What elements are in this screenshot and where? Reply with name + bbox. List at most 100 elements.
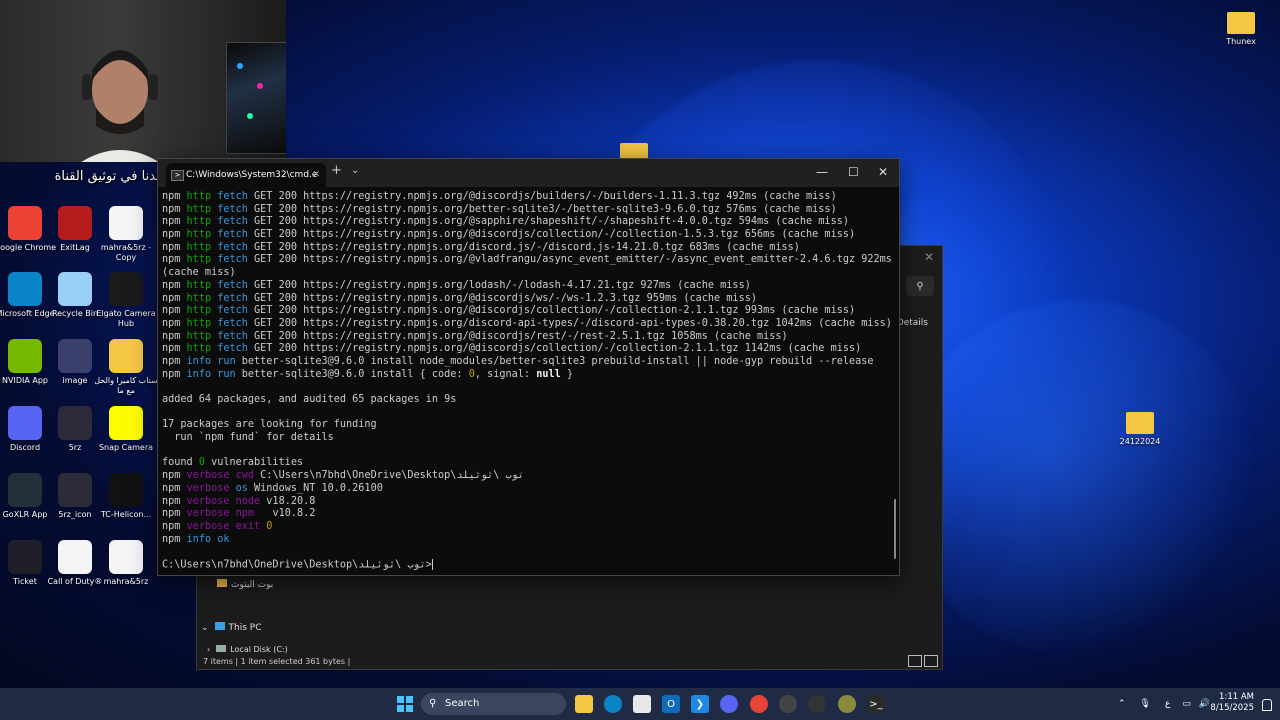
terminal-line: added 64 packages, and audited 65 packag… bbox=[162, 394, 891, 407]
recycle-bin-icon bbox=[58, 272, 92, 306]
desktop-icon-thunex[interactable]: Thunex bbox=[1209, 8, 1273, 47]
file-explorer-icon[interactable] bbox=[575, 695, 593, 713]
close-button[interactable]: ✕ bbox=[878, 165, 888, 179]
maximize-button[interactable]: ☐ bbox=[848, 165, 859, 179]
chrome-icon[interactable] bbox=[750, 695, 768, 713]
snap-camera-icon[interactable] bbox=[838, 695, 856, 713]
terminal-text: fetch bbox=[217, 191, 255, 202]
terminal-output[interactable]: npm http fetch GET 200 https://registry.… bbox=[162, 191, 892, 572]
discord-icon[interactable] bbox=[720, 695, 738, 713]
store-icon[interactable] bbox=[633, 695, 651, 713]
terminal-text: better-sqlite3@9.6.0 install node_module… bbox=[241, 355, 874, 367]
goxlr-icon bbox=[8, 473, 42, 507]
terminal-text: exit bbox=[235, 520, 267, 532]
terminal-text: fetch bbox=[217, 216, 255, 228]
desktop-icon[interactable]: Snap Camera bbox=[94, 406, 158, 453]
terminal-text: fetch bbox=[217, 343, 255, 355]
volume-icon[interactable]: 🔊 bbox=[1199, 699, 1210, 709]
clock-date: 8/15/2025 bbox=[1210, 703, 1254, 713]
tree-item-this-pc[interactable]: ⌄ This PC bbox=[201, 622, 321, 633]
desktop-icon[interactable]: mahra&5rz bbox=[94, 540, 158, 587]
tree-item-label: This PC bbox=[228, 623, 262, 633]
tc-helicon-icon bbox=[109, 473, 143, 507]
terminal-text: http bbox=[186, 292, 218, 304]
language-indicator[interactable]: ع bbox=[1165, 699, 1170, 709]
outlook-icon[interactable]: O bbox=[662, 695, 680, 713]
terminal-text: GET 200 https://registry.npmjs.org/@disc… bbox=[254, 343, 862, 355]
terminal-text: info bbox=[186, 355, 218, 367]
edge-icon bbox=[8, 272, 42, 306]
new-tab-button[interactable]: + bbox=[331, 163, 342, 178]
terminal-text: GET 200 https://registry.npmjs.org/@sapp… bbox=[254, 216, 849, 228]
camera-hub-icon[interactable] bbox=[808, 695, 826, 713]
close-icon[interactable]: ✕ bbox=[312, 163, 320, 187]
terminal-line: npm http fetch GET 200 https://registry.… bbox=[162, 343, 891, 356]
tiles-view-button[interactable] bbox=[924, 655, 938, 667]
desktop-icon-label: 24122024 bbox=[1119, 437, 1161, 446]
terminal-text: npm bbox=[162, 355, 187, 367]
details-button[interactable]: Details bbox=[897, 318, 928, 328]
taskbar-search[interactable]: ⚲ Search bbox=[421, 693, 566, 715]
microphone-icon[interactable]: 🎙 bbox=[1140, 699, 1151, 709]
chevron-down-icon[interactable]: ⌄ bbox=[351, 165, 359, 176]
terminal-line: npm http fetch GET 200 https://registry.… bbox=[162, 280, 891, 293]
terminal-text: verbose bbox=[186, 482, 236, 494]
windows-start-icon[interactable] bbox=[396, 695, 414, 713]
selection-info: 1 item selected 361 bytes bbox=[240, 657, 346, 666]
terminal-text: os bbox=[235, 482, 255, 494]
terminal-line: npm http fetch GET 200 https://registry.… bbox=[162, 293, 891, 306]
network-icon[interactable]: ▭ bbox=[1182, 699, 1191, 709]
scrollbar[interactable] bbox=[894, 499, 896, 559]
app-icon[interactable] bbox=[779, 695, 797, 713]
minimize-button[interactable]: — bbox=[816, 165, 828, 179]
terminal-text: npm bbox=[162, 343, 187, 355]
terminal-icon[interactable]: >_ bbox=[867, 695, 885, 713]
vscode-icon[interactable]: ❯ bbox=[691, 695, 709, 713]
tab-title: C:\Windows\System32\cmd.e bbox=[186, 170, 318, 180]
streamer-silhouette bbox=[81, 50, 159, 162]
terminal-text: npm bbox=[162, 482, 187, 494]
terminal-text: npm bbox=[162, 191, 187, 202]
terminal-text: npm bbox=[162, 533, 187, 545]
desktop-icon-label: Thunex bbox=[1226, 37, 1256, 46]
disk-icon bbox=[216, 645, 227, 652]
desktop-icon[interactable]: TC-Helicon... bbox=[94, 473, 158, 520]
discord-icon bbox=[8, 406, 42, 440]
desktop-icon[interactable]: mahra&5rz - Copy bbox=[94, 206, 158, 263]
terminal-line: run `npm fund` for details bbox=[162, 432, 891, 445]
close-icon[interactable]: ✕ bbox=[924, 250, 934, 264]
chevron-up-icon[interactable]: ⌃ bbox=[1118, 699, 1126, 709]
terminal-window[interactable]: > C:\Windows\System32\cmd.e ✕ + ⌄ — ☐ ✕ … bbox=[157, 158, 900, 576]
terminal-line: C:\Users\n7bhd\OneDrive\Desktop\توب \ثوث… bbox=[162, 558, 891, 572]
document-icon bbox=[109, 540, 143, 574]
desktop-icon-label: Elgato Camera Hub bbox=[96, 309, 156, 328]
terminal-text: npm bbox=[162, 495, 187, 507]
terminal-text: npm bbox=[162, 203, 187, 215]
terminal-text: C:\Users\n7bhd\OneDrive\Desktop\توب \ثوث… bbox=[260, 470, 524, 482]
search-button[interactable]: ⚲ bbox=[906, 276, 934, 296]
tree-item-folder[interactable]: بوت البثوث bbox=[217, 579, 337, 590]
tree-item-local-disk[interactable]: › Local Disk (C:) bbox=[207, 645, 347, 654]
cmd-icon: > bbox=[171, 170, 184, 181]
terminal-text: fetch bbox=[217, 317, 255, 329]
terminal-text: http bbox=[186, 203, 218, 215]
terminal-tab[interactable]: > C:\Windows\System32\cmd.e ✕ bbox=[166, 163, 326, 187]
clock[interactable]: 1:11 AM 8/15/2025 bbox=[1210, 692, 1254, 714]
terminal-text: v10.8.2 bbox=[260, 508, 316, 520]
notification-bell-icon[interactable] bbox=[1262, 699, 1272, 711]
terminal-line: npm info run better-sqlite3@9.6.0 instal… bbox=[162, 369, 891, 382]
terminal-text: added 64 packages, and audited 65 packag… bbox=[162, 394, 457, 405]
desktop-icon-24122024[interactable]: 24122024 bbox=[1108, 408, 1172, 447]
chevron-down-icon[interactable]: ⌄ bbox=[201, 623, 209, 633]
terminal-text: fetch bbox=[217, 203, 255, 215]
terminal-text: run bbox=[217, 368, 242, 380]
desktop-icon[interactable]: Elgato Camera Hub bbox=[94, 272, 158, 329]
chevron-right-icon[interactable]: › bbox=[207, 645, 210, 654]
details-view-button[interactable] bbox=[908, 655, 922, 667]
camera-hub-icon bbox=[109, 272, 143, 306]
desktop-icon[interactable]: سناب كاميرا والحل مع ما bbox=[94, 339, 158, 396]
terminal-text: fetch bbox=[217, 292, 255, 304]
edge-icon[interactable] bbox=[604, 695, 622, 713]
